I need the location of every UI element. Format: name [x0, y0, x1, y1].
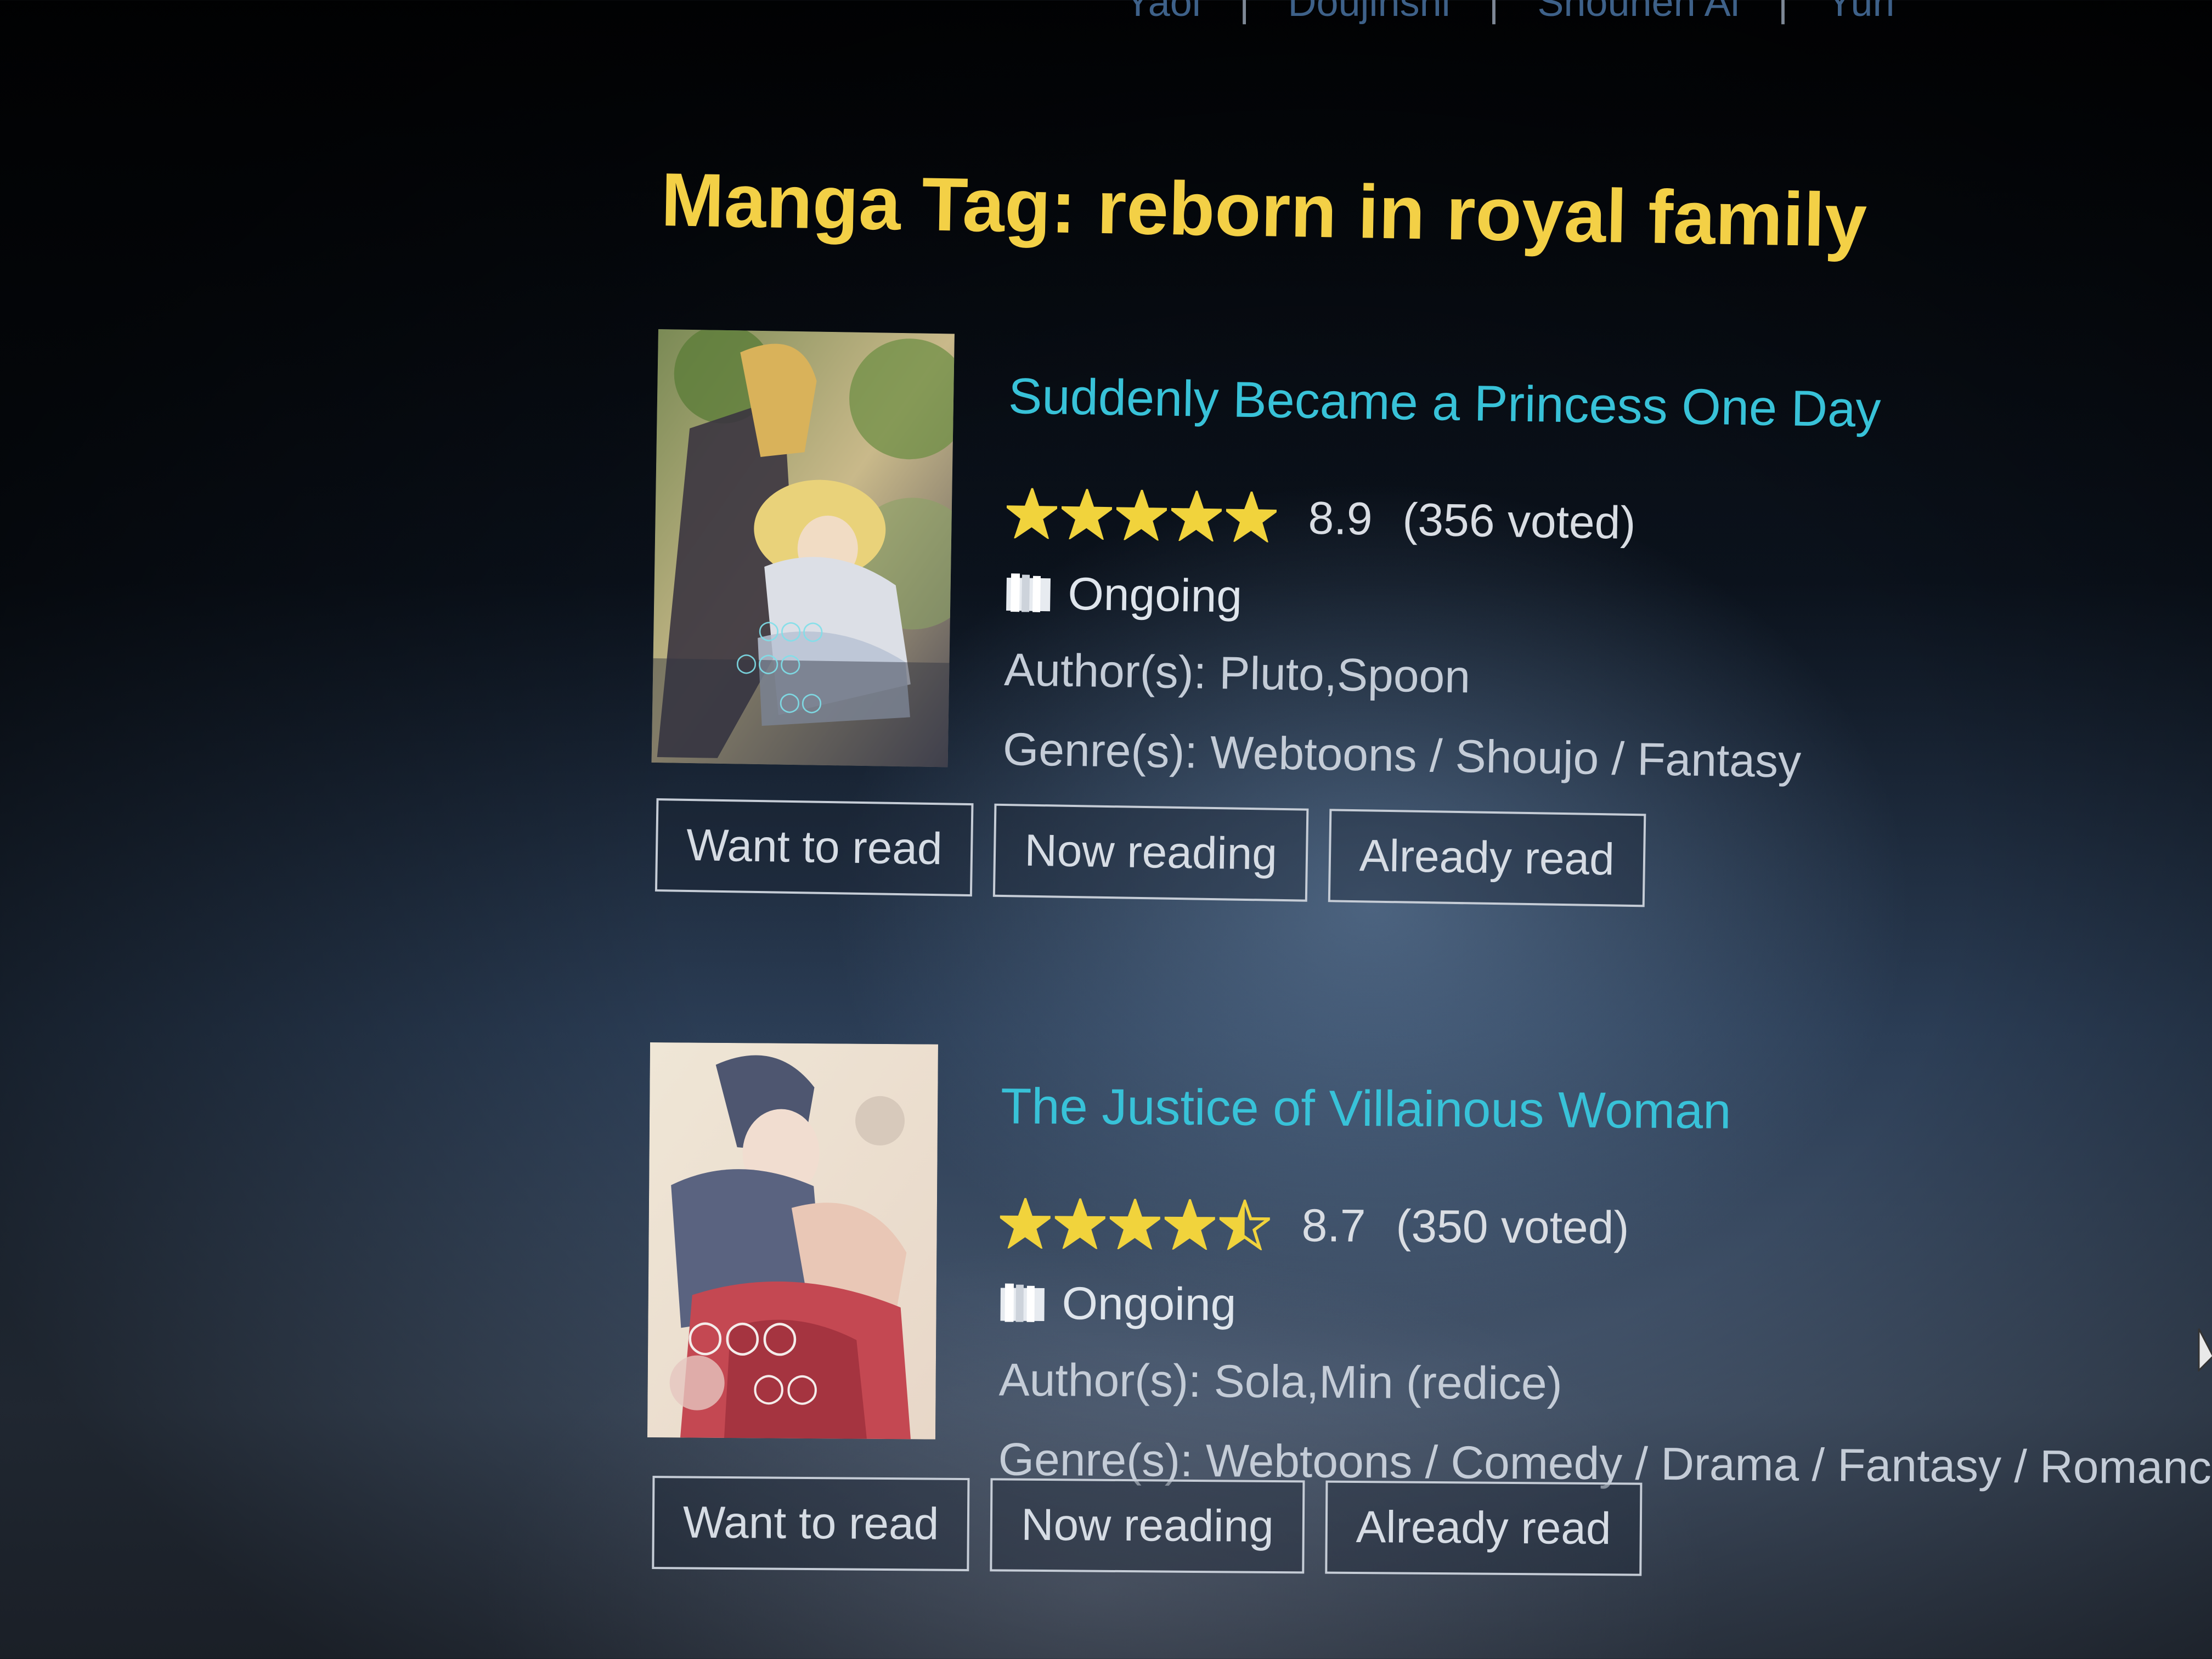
svg-text:○○: ○○ — [752, 1364, 819, 1409]
manga-info: Suddenly Became a Princess One Day 8.9 (… — [1002, 368, 1881, 795]
reading-list-actions: Want to read Now reading Already read — [654, 798, 1667, 907]
vote-count: (356 voted) — [1402, 493, 1637, 549]
star-rating — [1000, 1198, 1274, 1250]
want-to-read-button[interactable]: Want to read — [652, 1476, 970, 1572]
reading-list-actions: Want to read Now reading Already read — [652, 1476, 1663, 1576]
star-full-icon — [1226, 491, 1277, 543]
manga-cover-image[interactable]: ○○○ ○○ — [647, 1042, 938, 1440]
star-full-icon — [1054, 1198, 1106, 1249]
star-full-icon — [1006, 488, 1058, 539]
already-read-button[interactable]: Already read — [1325, 1480, 1643, 1576]
mouse-cursor-icon — [2198, 1328, 2212, 1372]
manga-list-item: ○○○ ○○○ ○○ Suddenly Became a Princess On… — [649, 329, 2194, 957]
rating-score: 8.9 — [1308, 492, 1373, 544]
manga-info: The Justice of Villainous Woman 8.7 (350… — [998, 1077, 2212, 1500]
page-title: Manga Tag: reborn in royal family — [660, 157, 1868, 263]
status-text: Ongoing — [1067, 567, 1243, 622]
nav-link-yaoi[interactable]: Yaoi — [1125, 0, 1201, 25]
svg-text:○○○: ○○○ — [758, 614, 824, 645]
nav-link-shounen-ai[interactable]: Shounen Ai — [1537, 0, 1739, 25]
genres-text: Genre(s): Webtoons / Shoujo / Fantasy — [1002, 723, 1802, 787]
star-full-icon — [1116, 489, 1167, 541]
status-row: Ongoing — [999, 1272, 2212, 1341]
genre-nav: Yaoi | Doujinshi | Shounen Ai | Yuri — [1125, 0, 1894, 25]
manga-title-link[interactable]: The Justice of Villainous Woman — [1001, 1077, 2212, 1144]
nav-separator: | — [1239, 0, 1250, 25]
already-read-button[interactable]: Already read — [1328, 809, 1646, 907]
star-full-icon — [1171, 490, 1222, 542]
status-text: Ongoing — [1062, 1277, 1237, 1330]
nav-separator: | — [1488, 0, 1499, 25]
want-to-read-button[interactable]: Want to read — [654, 798, 974, 897]
book-icon — [1006, 573, 1051, 612]
svg-text:○○: ○○ — [778, 686, 823, 716]
manga-title-link[interactable]: Suddenly Became a Princess One Day — [1008, 368, 1881, 439]
star-full-icon — [1109, 1198, 1161, 1250]
rating-row: 8.9 (356 voted) — [1006, 483, 1880, 557]
star-full-icon — [1061, 488, 1113, 540]
nav-link-yuri[interactable]: Yuri — [1826, 0, 1894, 25]
nav-separator: | — [1778, 0, 1788, 25]
vote-count: (350 voted) — [1396, 1200, 1629, 1253]
star-half-icon — [1219, 1199, 1271, 1250]
manga-list-item: ○○○ ○○ The Justice of Villainous Woman 8… — [646, 1042, 2212, 1657]
status-row: Ongoing — [1005, 562, 1878, 636]
rating-row: 8.7 (350 voted) — [1000, 1193, 2212, 1262]
star-rating — [1006, 488, 1281, 543]
book-icon — [1000, 1283, 1045, 1322]
now-reading-button[interactable]: Now reading — [990, 1478, 1305, 1574]
star-full-icon — [1000, 1198, 1051, 1249]
svg-text:○○○: ○○○ — [686, 1311, 799, 1361]
authors-text: Author(s): Pluto,Spoon — [1003, 643, 1471, 703]
star-full-icon — [1164, 1199, 1216, 1250]
rating-score: 8.7 — [1301, 1199, 1366, 1251]
svg-text:○○○: ○○○ — [735, 647, 802, 678]
nav-link-doujinshi[interactable]: Doujinshi — [1288, 0, 1450, 25]
authors-text: Author(s): Sola,Min (redice) — [998, 1353, 1563, 1409]
now-reading-button[interactable]: Now reading — [993, 803, 1309, 902]
manga-cover-image[interactable]: ○○○ ○○○ ○○ — [651, 329, 955, 768]
